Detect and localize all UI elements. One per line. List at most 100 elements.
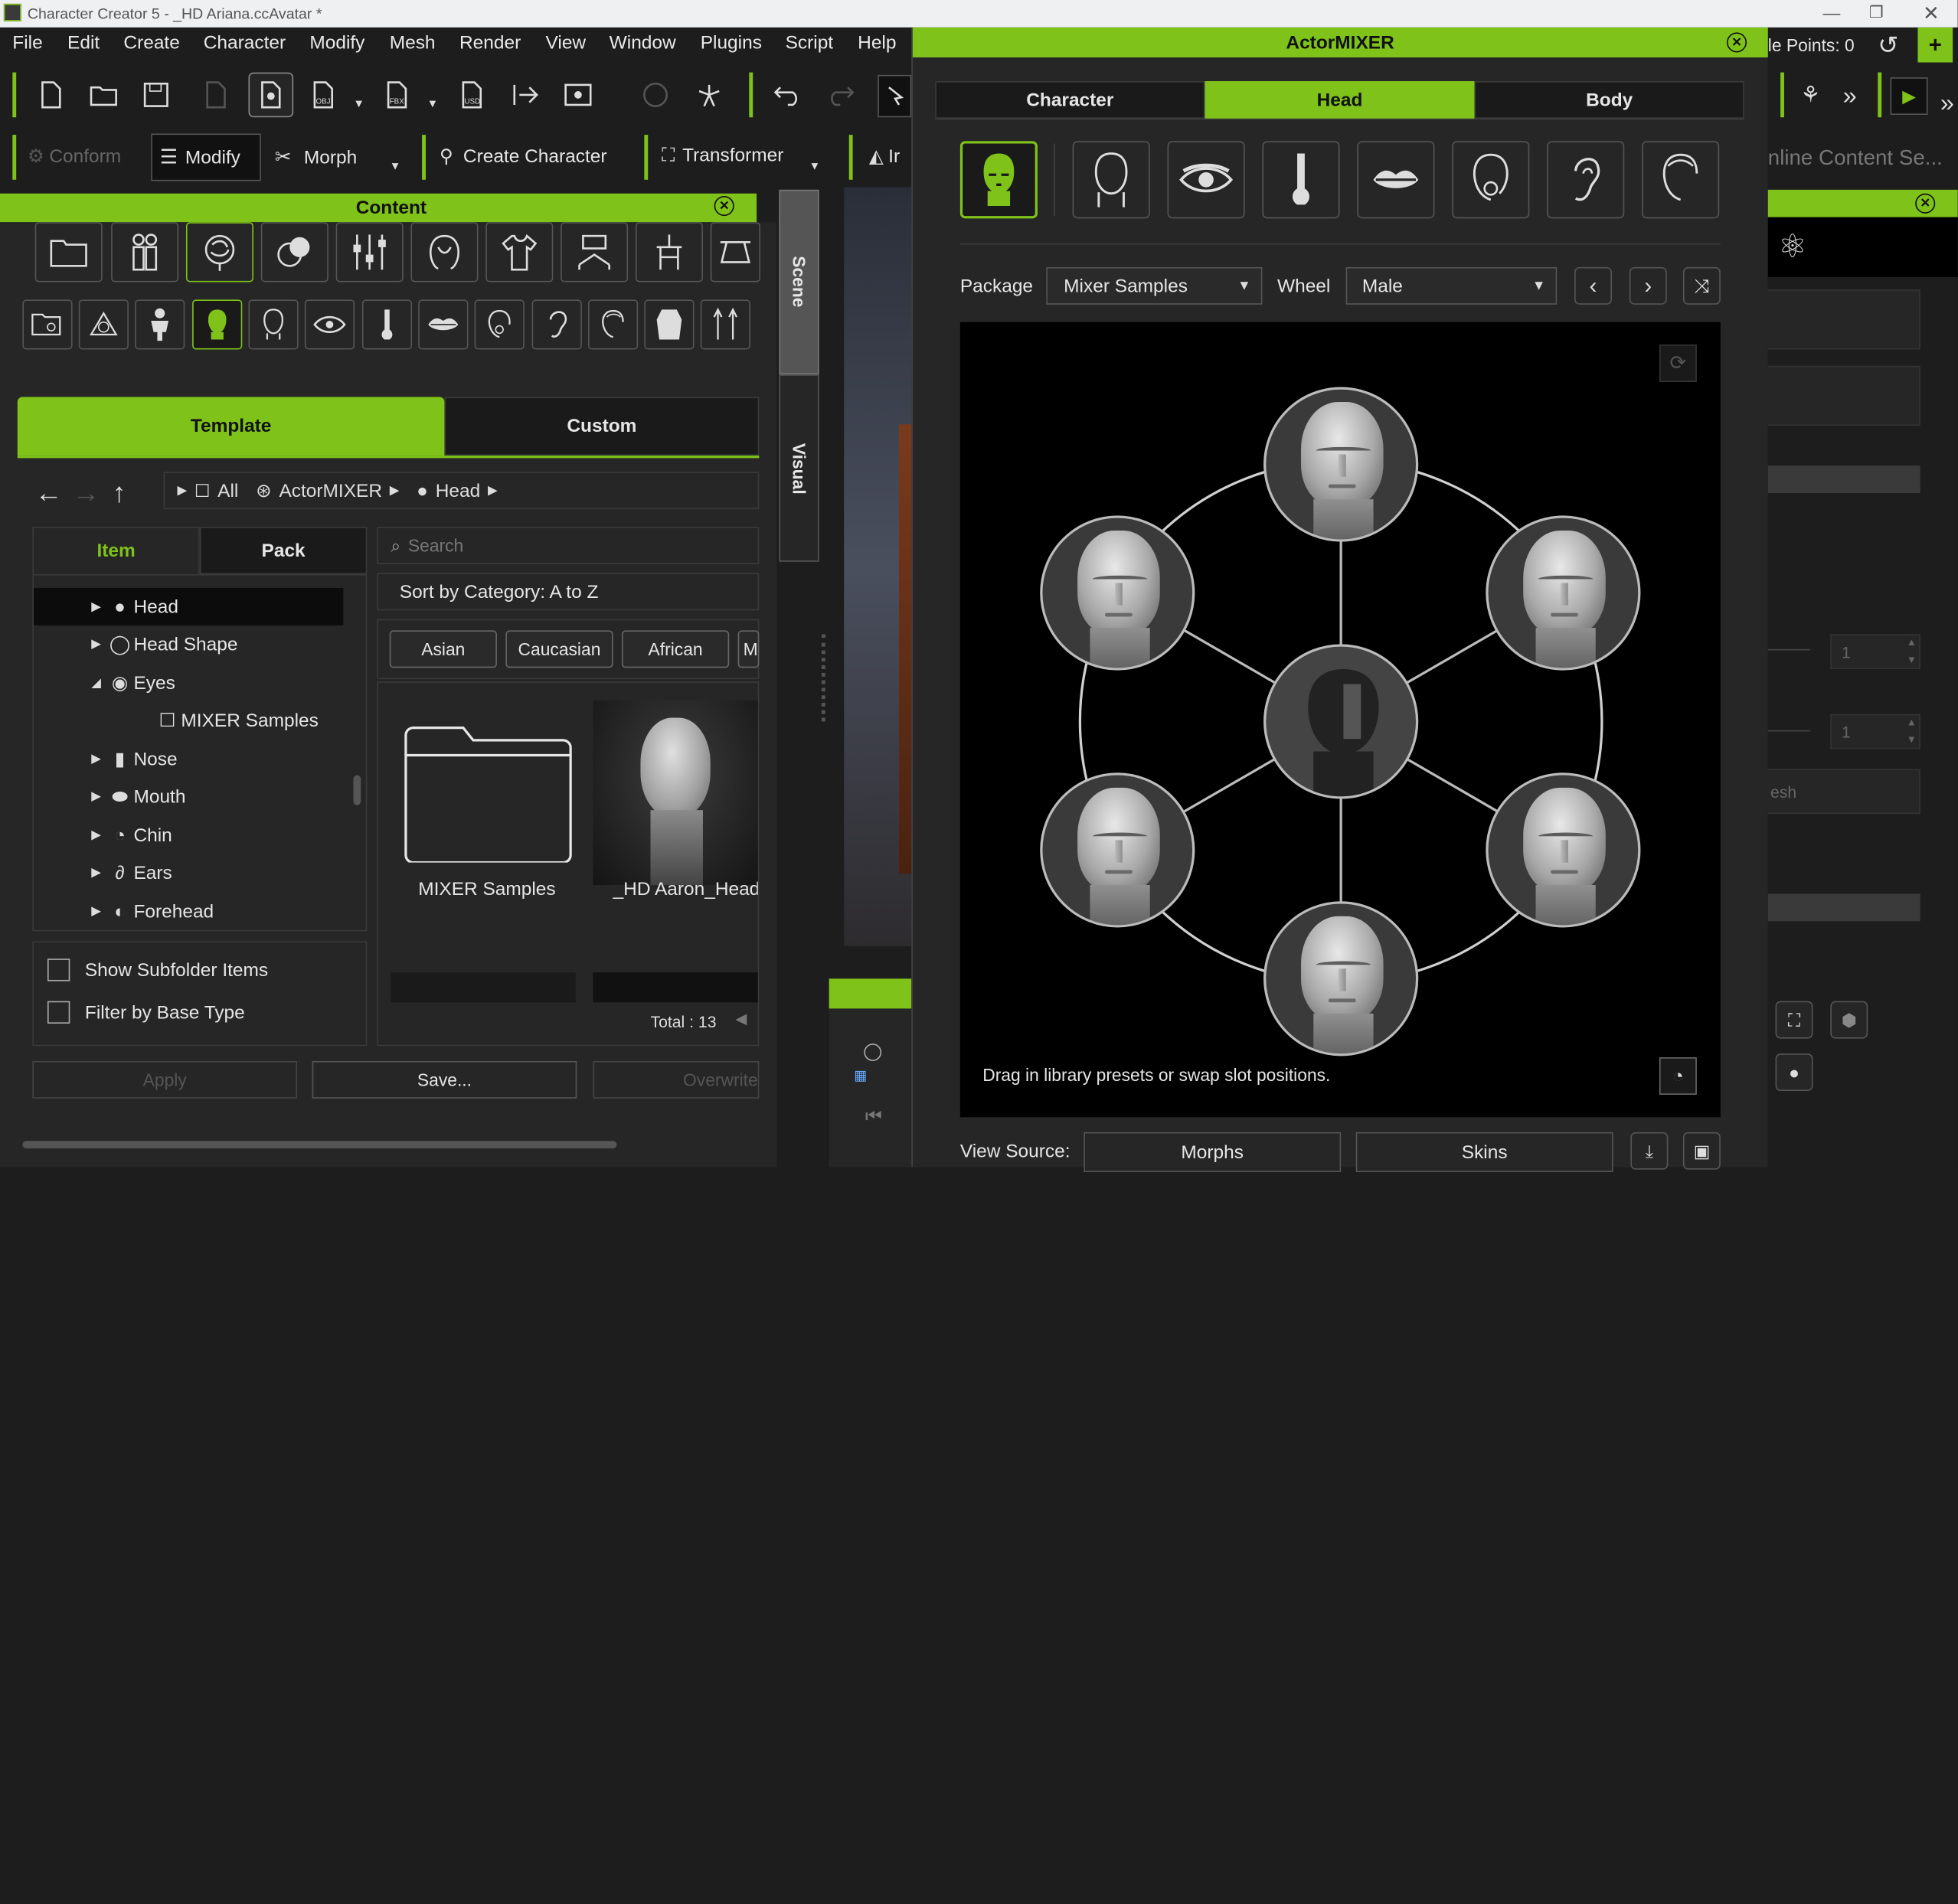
restore-icon[interactable]: ❐ xyxy=(1869,2,1884,22)
tree-item-eyes[interactable]: ◢ ◉ Eyes xyxy=(87,664,366,701)
undo-icon[interactable] xyxy=(772,77,804,113)
export-obj-icon[interactable]: OBJ xyxy=(309,77,341,113)
chevron-down-icon[interactable]: ▼ xyxy=(353,97,364,109)
nose-icon[interactable] xyxy=(361,299,413,350)
breadcrumb-head[interactable]: Head xyxy=(436,480,480,501)
head-slot-upper-right[interactable] xyxy=(1486,515,1641,671)
full-body-icon[interactable] xyxy=(135,299,185,350)
show-subfolder-checkbox[interactable]: Show Subfolder Items xyxy=(47,959,268,981)
export-usd-icon[interactable]: USD xyxy=(457,77,489,113)
nose-icon[interactable] xyxy=(1262,141,1340,219)
send-icon[interactable] xyxy=(509,77,541,113)
tree-item-mixer-samples[interactable]: ☐ MIXER Samples xyxy=(133,701,365,739)
forehead-icon[interactable] xyxy=(587,299,639,350)
close-icon[interactable]: ✕ xyxy=(1726,32,1747,53)
right-input-2[interactable] xyxy=(1767,365,1920,426)
fullscreen-icon[interactable]: ⛶ xyxy=(1775,1001,1813,1039)
head-slot-lower-right[interactable] xyxy=(1486,772,1641,928)
tree-item-head[interactable]: ▶ ● Head xyxy=(34,587,344,625)
menu-plugins[interactable]: Plugins xyxy=(701,32,762,54)
add-icon[interactable]: + xyxy=(1917,27,1953,63)
close-window-icon[interactable]: ✕ xyxy=(1923,2,1940,27)
back-arrow-icon[interactable]: ← xyxy=(35,477,63,509)
preview-icon[interactable] xyxy=(562,77,594,113)
save-icon[interactable] xyxy=(140,77,172,113)
morph-button[interactable]: ✂ Morph xyxy=(275,145,358,170)
cloth-icon[interactable] xyxy=(485,222,554,282)
torso-icon[interactable] xyxy=(644,299,695,350)
filter-african[interactable]: African xyxy=(621,630,730,668)
atom-tab[interactable]: ⚛ xyxy=(1767,217,1958,277)
filter-asian[interactable]: Asian xyxy=(389,630,497,668)
minimize-icon[interactable]: — xyxy=(1823,2,1841,22)
tree-item-chin[interactable]: ▶ ◔ Chin xyxy=(87,816,366,854)
export-fbx-icon[interactable]: FBX xyxy=(382,77,414,113)
collapse-arrow-icon[interactable]: ◀ xyxy=(735,1010,747,1027)
menu-modify[interactable]: Modify xyxy=(309,32,364,54)
head-shape-icon[interactable] xyxy=(1072,141,1150,219)
menu-character[interactable]: Character xyxy=(204,32,286,54)
breadcrumb-all[interactable]: All xyxy=(217,480,238,501)
spin-up-icon[interactable]: ▲ xyxy=(1907,637,1917,648)
menu-mesh[interactable]: Mesh xyxy=(390,32,436,54)
menu-render[interactable]: Render xyxy=(459,32,521,54)
morph-sliders-icon[interactable] xyxy=(335,222,404,282)
tree-item-forehead[interactable]: ▶ ◐ Forehead xyxy=(87,893,366,930)
prop-icon[interactable] xyxy=(635,222,703,282)
side-tab-visual[interactable]: Visual xyxy=(779,374,819,562)
tab-head[interactable]: Head xyxy=(1205,80,1475,119)
head-slot-top[interactable] xyxy=(1263,387,1419,542)
tab-custom[interactable]: Custom xyxy=(444,397,760,456)
side-tab-scene[interactable]: Scene xyxy=(779,189,819,375)
actormixer-icon[interactable] xyxy=(185,222,253,282)
menu-create[interactable]: Create xyxy=(123,32,179,54)
grid-item-aaron-head[interactable]: _HD Aaron_Head xyxy=(593,700,758,913)
menu-edit[interactable]: Edit xyxy=(67,32,100,54)
mesh-field[interactable]: esh xyxy=(1767,769,1920,815)
tree-item-nose[interactable]: ▶ ▮ Nose xyxy=(87,740,366,778)
save-button[interactable]: Save... xyxy=(312,1060,577,1099)
select-tool-icon[interactable] xyxy=(878,74,912,118)
head-icon[interactable] xyxy=(959,141,1038,219)
skins-button[interactable]: Skins xyxy=(1355,1132,1613,1173)
tab-template[interactable]: Template xyxy=(17,397,445,456)
more-icon[interactable]: » xyxy=(1940,90,1954,119)
modify-button[interactable]: ☰ Modify xyxy=(151,133,261,181)
play-back-icon[interactable]: ⏮ xyxy=(865,1106,882,1128)
up-arrow-icon[interactable]: ↑ xyxy=(113,477,126,509)
folder-icon[interactable] xyxy=(34,222,103,282)
next-icon[interactable]: › xyxy=(1629,266,1667,305)
menu-help[interactable]: Help xyxy=(858,32,896,54)
spin-down-icon[interactable]: ▼ xyxy=(1907,654,1917,665)
ear-icon[interactable] xyxy=(531,299,582,350)
morphs-button[interactable]: Morphs xyxy=(1084,1132,1342,1173)
scene-icon[interactable] xyxy=(710,222,760,282)
filter-base-checkbox[interactable]: Filter by Base Type xyxy=(47,1001,245,1024)
menu-view[interactable]: View xyxy=(546,32,587,54)
forehead-icon[interactable] xyxy=(1642,141,1720,219)
head-icon[interactable] xyxy=(192,299,243,350)
export-character-icon[interactable] xyxy=(248,72,294,118)
library-icon[interactable] xyxy=(22,299,73,350)
menu-window[interactable]: Window xyxy=(610,32,676,54)
reset-icon[interactable]: ↺ xyxy=(1878,30,1898,61)
chevron-down-icon[interactable]: ▼ xyxy=(390,160,401,172)
online-content-search[interactable]: nline Content Se... xyxy=(1768,146,1943,171)
number-field-2[interactable]: 1 ▲ ▼ xyxy=(1830,714,1920,750)
head-shape-icon[interactable] xyxy=(248,299,299,350)
shape-icon[interactable] xyxy=(78,299,129,350)
prev-icon[interactable]: ‹ xyxy=(1574,266,1612,305)
head-slot-upper-left[interactable] xyxy=(1040,515,1195,671)
spin-down-icon[interactable]: ▼ xyxy=(1907,734,1917,746)
body-icon[interactable] xyxy=(111,222,179,282)
new-file-icon[interactable] xyxy=(35,77,67,113)
create-character-button[interactable]: ⚲ Create Character xyxy=(440,145,607,168)
transformer-button[interactable]: ⛶ Transformer xyxy=(662,145,783,166)
shuffle-icon[interactable]: ⤨ xyxy=(1682,266,1721,305)
pose-icon[interactable] xyxy=(693,77,725,113)
open-folder-icon[interactable] xyxy=(87,77,119,113)
chin-icon[interactable] xyxy=(1452,141,1530,219)
eye-icon[interactable] xyxy=(1167,141,1245,219)
menu-file[interactable]: File xyxy=(12,32,42,54)
filter-caucasian[interactable]: Caucasian xyxy=(505,630,613,668)
